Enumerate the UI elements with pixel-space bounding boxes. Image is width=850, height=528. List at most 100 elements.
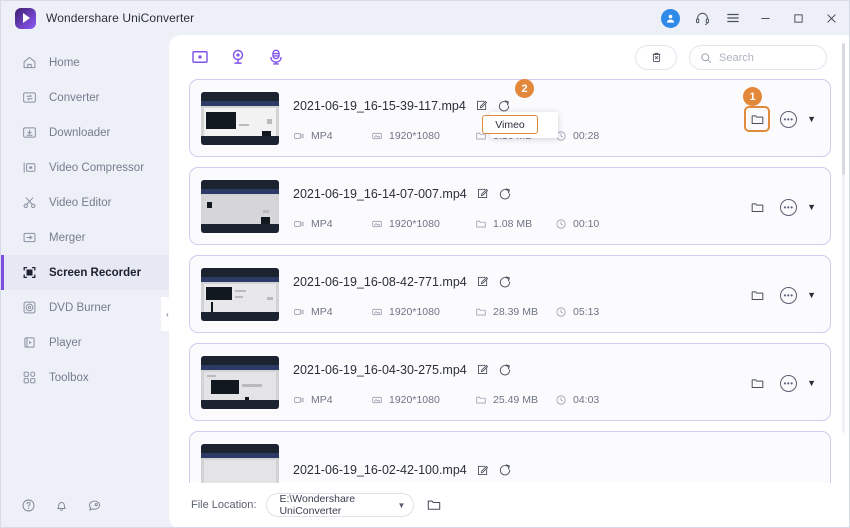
chevron-down-icon[interactable]: ▼ <box>807 202 816 212</box>
meta-size-value: 1.08 MB <box>493 217 533 230</box>
sidebar-item-screen-recorder[interactable]: Screen Recorder <box>1 255 169 290</box>
sidebar-item-label: DVD Burner <box>49 301 111 314</box>
meta-format-value: MP4 <box>311 129 333 142</box>
downloader-icon <box>21 124 38 141</box>
edit-icon[interactable] <box>476 187 489 200</box>
app-window: Wondershare UniConverter Home Converter … <box>0 0 850 528</box>
meta-resolution: 1920*1080 <box>371 130 475 142</box>
meta-duration-value: 04:03 <box>573 393 600 406</box>
search-input[interactable] <box>719 51 816 64</box>
meta-duration: 04:03 <box>555 394 625 406</box>
video-thumbnail <box>201 179 279 233</box>
meta-format-value: MP4 <box>311 217 333 230</box>
scissors-icon <box>21 194 38 211</box>
chevron-down-icon[interactable]: ▼ <box>807 290 816 300</box>
folder-size-icon <box>475 394 487 406</box>
sidebar-item-video-editor[interactable]: Video Editor <box>1 185 169 220</box>
resolution-icon <box>371 394 383 406</box>
open-folder-button[interactable] <box>744 106 771 132</box>
meta-format-value: MP4 <box>311 393 333 406</box>
more-options-icon[interactable]: ••• <box>780 374 798 392</box>
meta-resolution: 1920*1080 <box>371 306 475 318</box>
chevron-down-icon[interactable]: ▼ <box>807 114 816 124</box>
help-icon[interactable] <box>21 498 36 513</box>
headset-icon[interactable] <box>693 9 711 27</box>
sidebar-item-label: Toolbox <box>49 371 89 384</box>
table-row[interactable]: 2021-06-19_16-08-42-771.mp4 MP4 1920*108… <box>189 255 831 333</box>
sidebar-item-converter[interactable]: Converter <box>1 80 169 115</box>
edit-icon[interactable] <box>476 275 489 288</box>
list-scrollbar[interactable] <box>842 43 845 433</box>
table-row[interactable]: 2021-06-19_16-02-42-100.mp4 <box>189 431 831 485</box>
screen-recorder-mode-icon[interactable] <box>191 48 209 66</box>
dvd-burner-icon <box>21 299 38 316</box>
file-name: 2021-06-19_16-02-42-100.mp4 <box>293 463 467 477</box>
merger-icon <box>21 229 38 246</box>
file-location-label: File Location: <box>191 499 257 511</box>
delete-button[interactable] <box>635 45 677 70</box>
sidebar-item-merger[interactable]: Merger <box>1 220 169 255</box>
chevron-down-icon[interactable]: ▼ <box>398 501 406 510</box>
meta-size: 25.49 MB <box>475 394 555 406</box>
video-format-icon <box>293 218 305 230</box>
meta-duration: 00:10 <box>555 218 625 230</box>
sidebar-item-player[interactable]: Player <box>1 325 169 360</box>
hamburger-menu-icon[interactable] <box>724 9 742 27</box>
share-icon[interactable] <box>498 275 512 289</box>
browse-folder-button[interactable] <box>426 497 442 513</box>
user-avatar-icon[interactable] <box>661 8 680 28</box>
recorder-toolbar <box>169 35 849 79</box>
sidebar-item-home[interactable]: Home <box>1 45 169 80</box>
recording-list[interactable]: 2021-06-19_16-15-39-117.mp4 MP4 1920*108… <box>169 79 849 485</box>
table-row[interactable]: 2021-06-19_16-14-07-007.mp4 MP4 1920*108… <box>189 167 831 245</box>
resolution-icon <box>371 130 383 142</box>
sidebar-collapse-button[interactable]: ‹ <box>161 297 174 331</box>
meta-resolution: 1920*1080 <box>371 218 475 230</box>
audio-recorder-mode-icon[interactable] <box>267 48 285 66</box>
chevron-down-icon[interactable]: ▼ <box>807 378 816 388</box>
sidebar-item-label: Video Compressor <box>49 161 145 174</box>
step-badge-1: 1 <box>743 87 762 106</box>
sidebar-item-video-compressor[interactable]: Video Compressor <box>1 150 169 185</box>
more-options-icon[interactable]: ••• <box>780 110 798 128</box>
share-icon[interactable] <box>498 187 512 201</box>
feedback-icon[interactable] <box>87 498 102 513</box>
table-row[interactable]: 2021-06-19_16-04-30-275.mp4 MP4 1920*108… <box>189 343 831 421</box>
share-menu-item-vimeo[interactable]: Vimeo <box>482 115 538 134</box>
file-name: 2021-06-19_16-14-07-007.mp4 <box>293 186 467 201</box>
table-row[interactable]: 2021-06-19_16-15-39-117.mp4 MP4 1920*108… <box>189 79 831 157</box>
sidebar-item-toolbox[interactable]: Toolbox <box>1 360 169 395</box>
meta-resolution: 1920*1080 <box>371 394 475 406</box>
bell-icon[interactable] <box>54 498 69 513</box>
share-icon[interactable] <box>497 99 511 113</box>
file-location-dropdown[interactable]: E:\Wondershare UniConverter ▼ <box>266 493 415 517</box>
edit-icon[interactable] <box>475 99 488 112</box>
meta-resolution-value: 1920*1080 <box>389 393 440 406</box>
meta-format: MP4 <box>293 394 371 406</box>
webcam-recorder-mode-icon[interactable] <box>229 48 247 66</box>
sidebar-item-dvd-burner[interactable]: DVD Burner <box>1 290 169 325</box>
maximize-button[interactable] <box>788 9 808 27</box>
edit-icon[interactable] <box>476 363 489 376</box>
folder-size-icon <box>475 218 487 230</box>
minimize-button[interactable] <box>755 9 775 27</box>
search-field[interactable] <box>689 45 827 70</box>
share-icon[interactable] <box>498 363 512 377</box>
open-folder-button[interactable] <box>744 194 770 220</box>
close-button[interactable] <box>821 9 841 27</box>
open-folder-button[interactable] <box>744 370 770 396</box>
edit-icon[interactable] <box>476 464 489 477</box>
file-details: 2021-06-19_16-02-42-100.mp4 <box>293 459 830 481</box>
share-icon[interactable] <box>498 463 512 477</box>
open-folder-button[interactable] <box>744 282 770 308</box>
more-options-icon[interactable]: ••• <box>780 198 798 216</box>
sidebar-item-downloader[interactable]: Downloader <box>1 115 169 150</box>
sidebar-item-label: Screen Recorder <box>49 266 142 279</box>
row-actions: ••• ▼ <box>744 256 816 334</box>
more-options-icon[interactable]: ••• <box>780 286 798 304</box>
share-dropdown-menu[interactable]: Vimeo <box>482 112 558 138</box>
sidebar-item-label: Home <box>49 56 80 69</box>
scrollbar-thumb[interactable] <box>842 43 845 175</box>
footer-bar: File Location: E:\Wondershare UniConvert… <box>169 483 849 527</box>
meta-format: MP4 <box>293 218 371 230</box>
